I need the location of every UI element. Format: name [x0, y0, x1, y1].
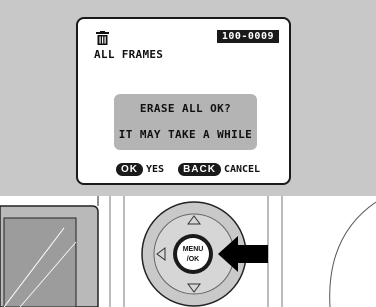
lcd-screen: 100-0009 ALL FRAMES ERASE ALL OK? IT MAY…	[76, 17, 291, 185]
ok-label: /OK	[187, 256, 199, 263]
menu-label: MENU	[183, 246, 204, 253]
cancel-label: CANCEL	[223, 164, 261, 175]
ok-key-badge[interactable]: OK	[116, 163, 143, 176]
message-line-2: IT MAY TAKE A WHILE	[118, 128, 253, 141]
message-line-1: ERASE ALL OK?	[139, 102, 232, 115]
rear-lcd-monitor	[0, 205, 99, 307]
back-key-badge[interactable]: BACK	[178, 163, 221, 176]
confirm-message-box: ERASE ALL OK? IT MAY TAKE A WHILE	[114, 94, 257, 150]
camera-illustration: MENU /OK	[0, 196, 376, 307]
screen-title: ALL FRAMES	[94, 48, 164, 61]
top-band: 100-0009 ALL FRAMES ERASE ALL OK? IT MAY…	[0, 0, 376, 196]
trash-icon	[96, 31, 109, 45]
menu-ok-button[interactable]: MENU /OK	[173, 234, 213, 274]
confirm-options: OK YES BACK CANCEL	[116, 163, 260, 176]
frame-counter: 100-0009	[216, 30, 279, 43]
camera-body: MENU /OK	[0, 196, 376, 307]
yes-label: YES	[146, 164, 165, 175]
